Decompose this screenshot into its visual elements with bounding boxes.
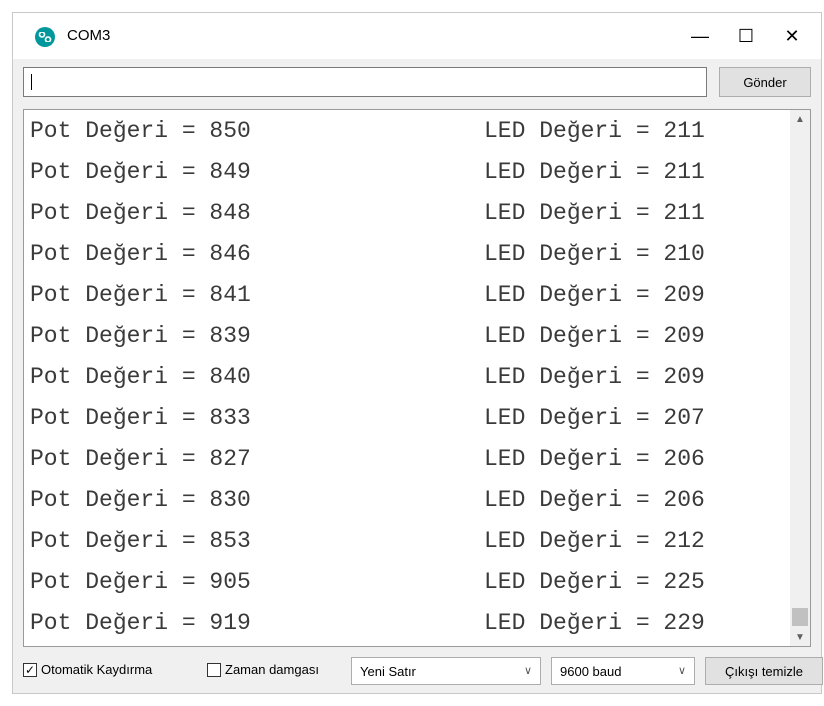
- pot-value-text: Pot Değeri = 849: [30, 159, 251, 185]
- pot-value-text: Pot Değeri = 848: [30, 200, 251, 226]
- pot-value-text: Pot Değeri = 833: [30, 405, 251, 431]
- led-value-text: LED Değeri = 209: [484, 323, 705, 349]
- pot-value-text: Pot Değeri = 919: [30, 610, 251, 636]
- pot-value-text: Pot Değeri = 841: [30, 282, 251, 308]
- pot-value-text: Pot Değeri = 830: [30, 487, 251, 513]
- led-value-text: LED Değeri = 207: [484, 405, 705, 431]
- timestamp-label: Zaman damgası: [225, 662, 319, 677]
- led-value-text: LED Değeri = 229: [484, 610, 705, 636]
- status-bar: ✓ Otomatik Kaydırma Zaman damgası Yeni S…: [13, 653, 823, 689]
- led-value-text: LED Değeri = 206: [484, 487, 705, 513]
- maximize-button[interactable]: ☐: [723, 13, 769, 59]
- led-value-text: LED Değeri = 225: [484, 569, 705, 595]
- led-value-text: LED Değeri = 211: [484, 159, 705, 185]
- arduino-icon: [35, 27, 55, 47]
- chevron-down-icon: ∨: [523, 665, 532, 677]
- led-value-text: LED Değeri = 209: [484, 282, 705, 308]
- title-bar[interactable]: COM3 — ☐ ✕: [13, 13, 821, 59]
- baud-select[interactable]: 9600 baud ∨: [551, 657, 695, 685]
- pot-value-text: Pot Değeri = 905: [30, 569, 251, 595]
- vertical-scrollbar[interactable]: ▲ ▼: [790, 110, 810, 646]
- pot-value-text: Pot Değeri = 840: [30, 364, 251, 390]
- line-ending-select[interactable]: Yeni Satır ∨: [351, 657, 541, 685]
- scroll-thumb[interactable]: [792, 608, 808, 626]
- send-button[interactable]: Gönder: [719, 67, 811, 97]
- timestamp-checkbox[interactable]: [207, 662, 221, 677]
- send-input[interactable]: [23, 67, 707, 97]
- timestamp-toggle[interactable]: Zaman damgası: [207, 662, 319, 677]
- led-value-text: LED Değeri = 212: [484, 528, 705, 554]
- minimize-button[interactable]: —: [677, 13, 723, 59]
- clear-output-button[interactable]: Çıkışı temizle: [705, 657, 823, 685]
- scroll-up-arrow-icon[interactable]: ▲: [790, 110, 810, 128]
- pot-value-text: Pot Değeri = 850: [30, 118, 251, 144]
- pot-value-text: Pot Değeri = 846: [30, 241, 251, 267]
- led-value-text: LED Değeri = 211: [484, 200, 705, 226]
- autoscroll-checkbox[interactable]: ✓: [23, 662, 37, 677]
- baud-value: 9600 baud: [560, 663, 622, 679]
- pot-value-text: Pot Değeri = 827: [30, 446, 251, 472]
- led-value-text: LED Değeri = 210: [484, 241, 705, 267]
- serial-monitor-window: COM3 — ☐ ✕ Gönder Pot Değeri = 850 LED De…: [12, 12, 823, 694]
- led-value-text: LED Değeri = 209: [484, 364, 705, 390]
- send-row: Gönder: [23, 67, 811, 97]
- led-value-text: LED Değeri = 206: [484, 446, 705, 472]
- scroll-down-arrow-icon[interactable]: ▼: [790, 628, 810, 646]
- serial-output[interactable]: Pot Değeri = 850 LED Değeri = 211 Pot Değe…: [23, 109, 811, 647]
- window-title: COM3: [67, 27, 111, 44]
- close-button[interactable]: ✕: [769, 13, 815, 59]
- autoscroll-toggle[interactable]: ✓ Otomatik Kaydırma: [23, 662, 152, 677]
- pot-value-text: Pot Değeri = 853: [30, 528, 251, 554]
- line-ending-value: Yeni Satır: [360, 663, 416, 679]
- autoscroll-label: Otomatik Kaydırma: [41, 662, 153, 677]
- chevron-down-icon: ∨: [677, 665, 686, 677]
- led-value-text: LED Değeri = 211: [484, 118, 705, 144]
- text-caret: [31, 74, 32, 90]
- pot-value-text: Pot Değeri = 839: [30, 323, 251, 349]
